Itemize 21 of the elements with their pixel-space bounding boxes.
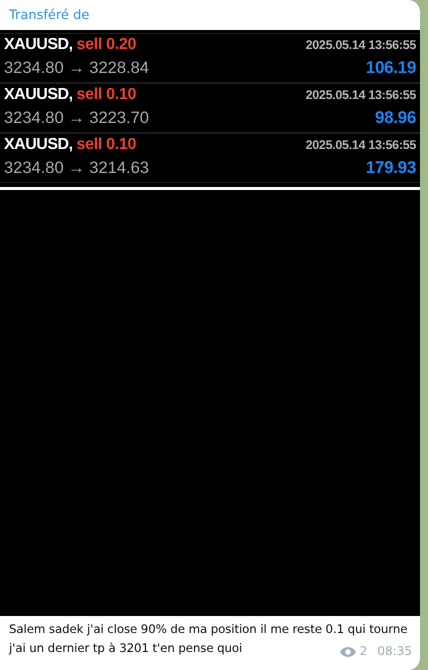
trade-time: 2025.05.14 13:56:55 — [306, 38, 416, 52]
order-text: sell 0.20 — [76, 36, 136, 53]
trade-time: 2025.05.14 13:56:55 — [306, 88, 416, 102]
profit-value: 98.96 — [374, 108, 416, 128]
symbol-text: XAUUSD, — [4, 36, 73, 53]
price-text: 3234.80 → 3223.70 — [4, 109, 149, 128]
symbol-text: XAUUSD, — [4, 86, 73, 103]
profit-value: 179.93 — [366, 158, 416, 178]
order-text: sell 0.10 — [76, 86, 136, 103]
trade-time: 2025.05.14 13:56:55 — [306, 138, 416, 152]
profit-value: 106.19 — [366, 58, 416, 78]
price-text: 3234.80 → 3228.84 — [4, 59, 149, 78]
view-count: 2 — [360, 643, 368, 660]
caption-text: Salem sadek j'ai close 90% de ma position il me reste 0.1 qui tourne — [9, 621, 408, 638]
order-text: sell 0.10 — [76, 136, 136, 153]
message-time: 08:35 — [377, 643, 412, 660]
symbol-text: XAUUSD, — [4, 136, 73, 153]
forwarded-label[interactable]: Transféré de — [9, 8, 90, 22]
price-text: 3234.80 → 3214.63 — [4, 159, 149, 178]
caption-text: j'ai un dernier tp à 3201 t'en pense quoi — [9, 640, 242, 657]
eye-icon — [340, 646, 356, 656]
